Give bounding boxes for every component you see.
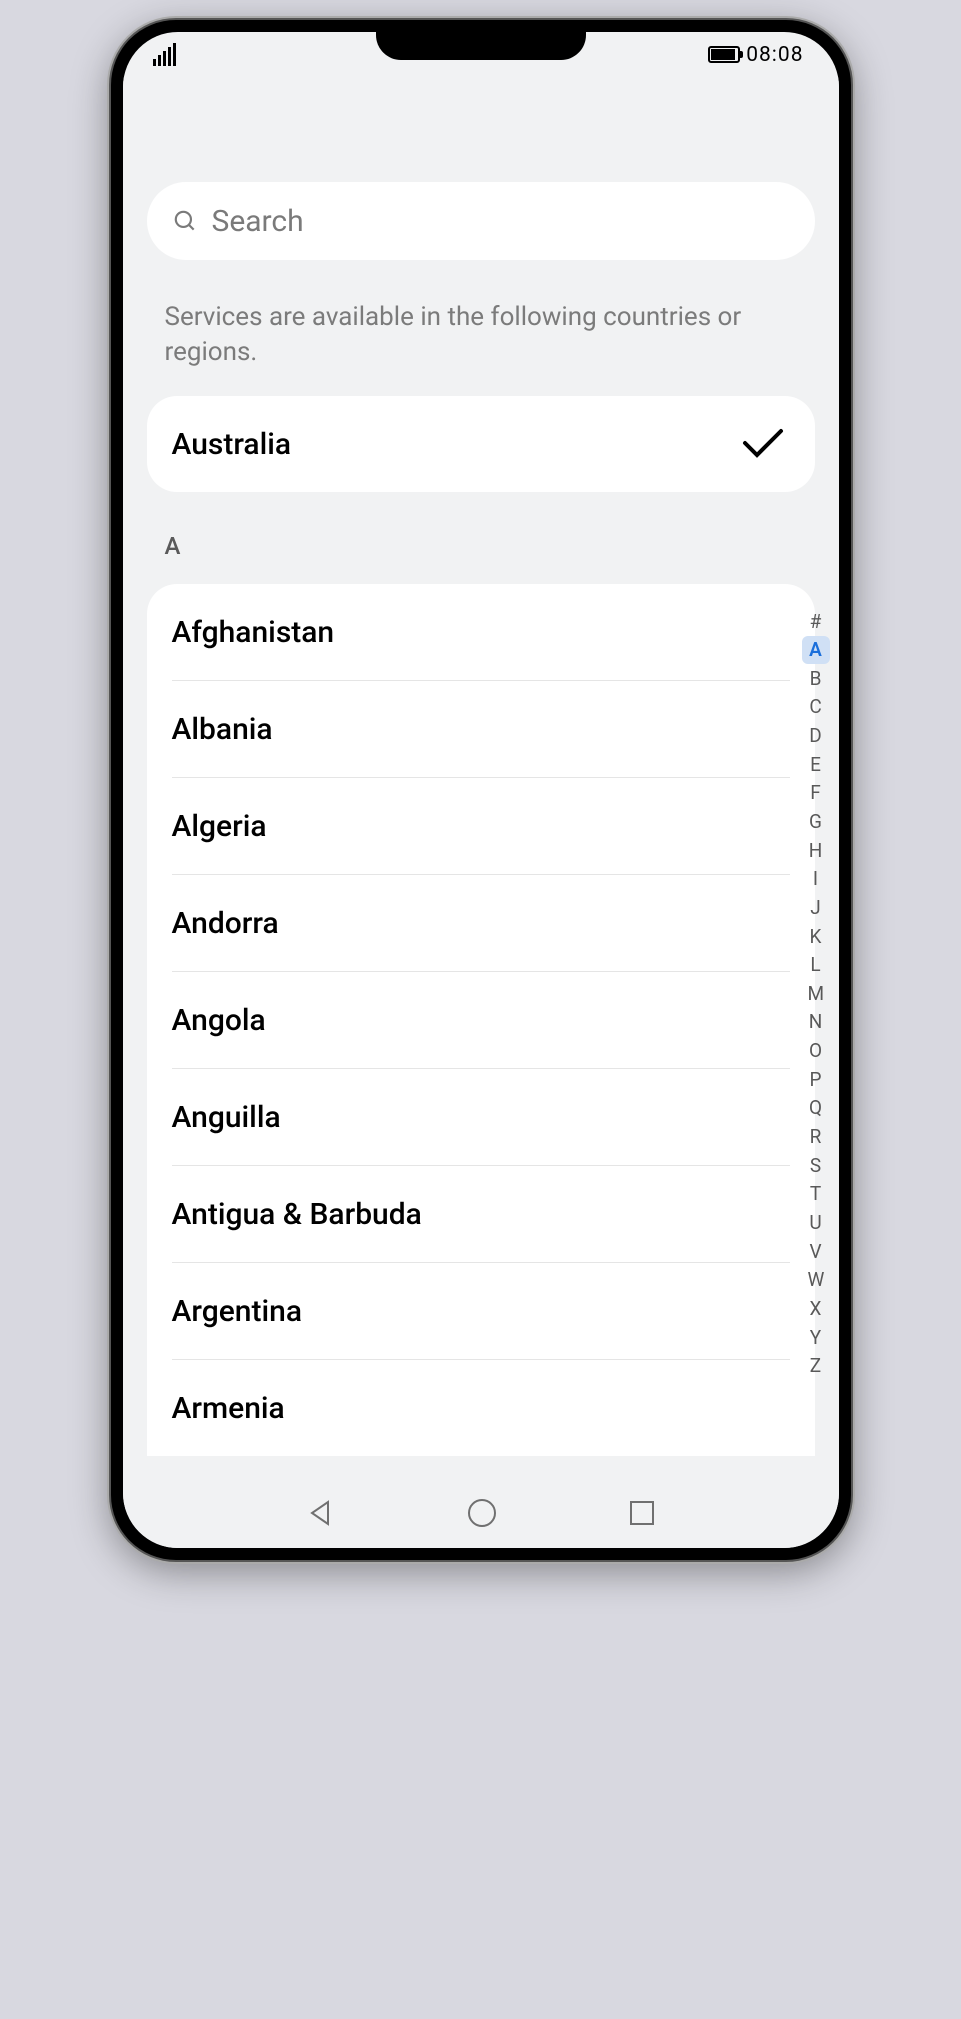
country-item[interactable]: Andorra (147, 875, 815, 971)
alpha-index[interactable]: #ABCDEFGHIJKLMNOPQRSTUVWXYZ (797, 607, 835, 1380)
alpha-index-letter[interactable]: H (802, 836, 830, 865)
nav-recents-button[interactable] (628, 1499, 656, 1527)
alpha-index-letter[interactable]: P (802, 1065, 830, 1094)
phone-frame: 08:08 Search Services are available in t… (111, 20, 851, 1560)
alpha-index-letter[interactable]: N (802, 1008, 830, 1037)
search-container: Search (123, 182, 839, 260)
alpha-index-letter[interactable]: X (802, 1294, 830, 1323)
search-input[interactable]: Search (147, 182, 815, 260)
nav-back-button[interactable] (306, 1498, 336, 1528)
description-text: Services are available in the following … (123, 300, 839, 370)
country-item[interactable]: Anguilla (147, 1069, 815, 1165)
selected-country-label: Australia (172, 427, 292, 462)
phone-screen: 08:08 Search Services are available in t… (123, 32, 839, 1548)
country-item[interactable]: Armenia (147, 1360, 815, 1456)
signal-strength-icon (153, 43, 176, 66)
battery-icon (708, 46, 740, 63)
checkmark-icon (741, 427, 785, 461)
alpha-index-letter[interactable]: F (802, 779, 830, 808)
alpha-index-letter[interactable]: S (802, 1151, 830, 1180)
alpha-index-letter[interactable]: L (802, 951, 830, 980)
nav-home-button[interactable] (466, 1497, 498, 1529)
alpha-index-letter[interactable]: K (802, 922, 830, 951)
screen-content: Search Services are available in the fol… (123, 77, 839, 1478)
alpha-index-letter[interactable]: E (802, 750, 830, 779)
square-recents-icon (628, 1499, 656, 1527)
alpha-index-letter[interactable]: G (802, 807, 830, 836)
country-item[interactable]: Algeria (147, 778, 815, 874)
alpha-index-letter[interactable]: T (802, 1180, 830, 1209)
search-placeholder: Search (212, 204, 304, 239)
alpha-index-letter[interactable]: Z (802, 1352, 830, 1381)
alpha-index-letter[interactable]: B (802, 664, 830, 693)
alpha-index-letter[interactable]: R (802, 1123, 830, 1152)
alpha-index-letter[interactable]: # (802, 607, 830, 636)
alpha-index-letter[interactable]: M (802, 979, 830, 1008)
country-item[interactable]: Antigua & Barbuda (147, 1166, 815, 1262)
alpha-index-letter[interactable]: O (802, 1037, 830, 1066)
alpha-index-letter[interactable]: D (802, 722, 830, 751)
alpha-index-letter[interactable]: J (802, 893, 830, 922)
status-right: 08:08 (708, 43, 803, 67)
alpha-index-letter[interactable]: I (802, 865, 830, 894)
nav-bar (123, 1478, 839, 1548)
alpha-index-letter[interactable]: V (802, 1237, 830, 1266)
country-item[interactable]: Argentina (147, 1263, 815, 1359)
country-list: AfghanistanAlbaniaAlgeriaAndorraAngolaAn… (147, 584, 815, 1456)
circle-home-icon (466, 1497, 498, 1529)
country-item[interactable]: Afghanistan (147, 584, 815, 680)
alpha-index-letter[interactable]: Y (802, 1323, 830, 1352)
alpha-index-letter[interactable]: A (802, 636, 830, 665)
section-letter: A (123, 532, 839, 560)
selected-country-card[interactable]: Australia (147, 396, 815, 492)
country-item[interactable]: Angola (147, 972, 815, 1068)
alpha-index-letter[interactable]: C (802, 693, 830, 722)
alpha-index-letter[interactable]: Q (802, 1094, 830, 1123)
status-time: 08:08 (746, 43, 803, 67)
notch (376, 20, 586, 60)
triangle-back-icon (306, 1498, 336, 1528)
alpha-index-letter[interactable]: U (802, 1208, 830, 1237)
country-item[interactable]: Albania (147, 681, 815, 777)
alpha-index-letter[interactable]: W (802, 1266, 830, 1295)
search-icon (172, 208, 198, 234)
